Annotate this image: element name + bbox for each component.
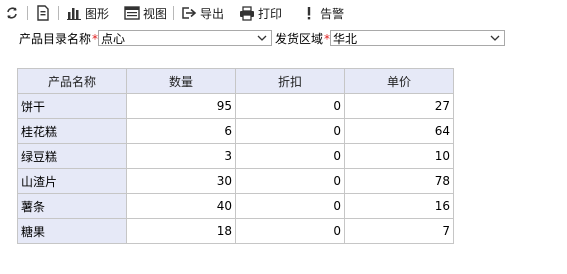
region-select-value: 华北 xyxy=(333,31,358,46)
column-header-product-name[interactable]: 产品名称 xyxy=(17,68,127,94)
cell-discount[interactable]: 0 xyxy=(235,93,345,119)
table-row: 糖果 18 0 7 xyxy=(17,218,454,244)
cell-discount[interactable]: 0 xyxy=(235,168,345,194)
chevron-down-icon xyxy=(490,35,500,41)
cell-unit-price[interactable]: 16 xyxy=(344,193,454,219)
catalog-select[interactable]: 点心 xyxy=(98,30,273,46)
region-select[interactable]: 华北 xyxy=(330,30,506,46)
column-header-discount[interactable]: 折扣 xyxy=(235,68,345,94)
chart-button[interactable]: 图形 xyxy=(65,3,109,23)
cell-unit-price[interactable]: 78 xyxy=(344,168,454,194)
toolbar-separator xyxy=(58,6,59,20)
cell-quantity[interactable]: 18 xyxy=(126,218,236,244)
table-row: 绿豆糕 3 0 10 xyxy=(17,143,454,169)
table-view-icon xyxy=(123,4,141,22)
cell-discount[interactable]: 0 xyxy=(235,218,345,244)
cell-product-name[interactable]: 饼干 xyxy=(17,93,127,119)
print-button[interactable]: 打印 xyxy=(238,3,282,23)
printer-icon xyxy=(238,4,256,22)
cell-product-name[interactable]: 糖果 xyxy=(17,218,127,244)
table-row: 薯条 40 0 16 xyxy=(17,193,454,219)
file-icon[interactable] xyxy=(34,3,52,23)
cell-quantity[interactable]: 3 xyxy=(126,143,236,169)
cell-discount[interactable]: 0 xyxy=(235,143,345,169)
chart-button-label: 图形 xyxy=(85,6,110,21)
cell-product-name[interactable]: 薯条 xyxy=(17,193,127,219)
cell-discount[interactable]: 0 xyxy=(235,118,345,144)
cell-unit-price[interactable]: 10 xyxy=(344,143,454,169)
export-button-label: 导出 xyxy=(200,6,225,21)
toolbar: 图形 视图 导出 打印 告警 xyxy=(0,3,567,23)
view-button-label: 视图 xyxy=(143,6,168,21)
bar-chart-icon xyxy=(65,4,83,22)
table-row: 山渣片 30 0 78 xyxy=(17,168,454,194)
cell-product-name[interactable]: 绿豆糕 xyxy=(17,143,127,169)
print-button-label: 打印 xyxy=(258,6,283,21)
region-label: 发货区域* xyxy=(275,31,331,46)
export-icon xyxy=(180,4,198,22)
product-table: 产品名称 数量 折扣 单价 饼干 95 0 27 桂花糕 6 0 64 绿豆糕 … xyxy=(17,68,454,244)
alert-button[interactable]: 告警 xyxy=(300,3,344,23)
cell-discount[interactable]: 0 xyxy=(235,193,345,219)
cell-unit-price[interactable]: 27 xyxy=(344,93,454,119)
table-header-row: 产品名称 数量 折扣 单价 xyxy=(17,68,454,94)
cell-quantity[interactable]: 40 xyxy=(126,193,236,219)
export-button[interactable]: 导出 xyxy=(180,3,224,23)
refresh-icon[interactable] xyxy=(3,3,21,23)
cell-quantity[interactable]: 95 xyxy=(126,93,236,119)
toolbar-separator xyxy=(173,6,175,20)
catalog-select-value: 点心 xyxy=(101,31,126,46)
view-button[interactable]: 视图 xyxy=(123,3,167,23)
exclamation-icon xyxy=(300,4,318,22)
toolbar-separator xyxy=(27,6,28,20)
cell-quantity[interactable]: 6 xyxy=(126,118,236,144)
table-row: 饼干 95 0 27 xyxy=(17,93,454,119)
column-header-unit-price[interactable]: 单价 xyxy=(344,68,454,94)
cell-product-name[interactable]: 山渣片 xyxy=(17,168,127,194)
alert-button-label: 告警 xyxy=(320,6,345,21)
table-row: 桂花糕 6 0 64 xyxy=(17,118,454,144)
column-header-quantity[interactable]: 数量 xyxy=(126,68,236,94)
cell-quantity[interactable]: 30 xyxy=(126,168,236,194)
catalog-label: 产品目录名称* xyxy=(19,31,99,46)
cell-unit-price[interactable]: 64 xyxy=(344,118,454,144)
cell-product-name[interactable]: 桂花糕 xyxy=(17,118,127,144)
filter-row: 产品目录名称* 点心 发货区域* 华北 xyxy=(19,29,506,47)
chevron-down-icon xyxy=(257,35,267,41)
cell-unit-price[interactable]: 7 xyxy=(344,218,454,244)
